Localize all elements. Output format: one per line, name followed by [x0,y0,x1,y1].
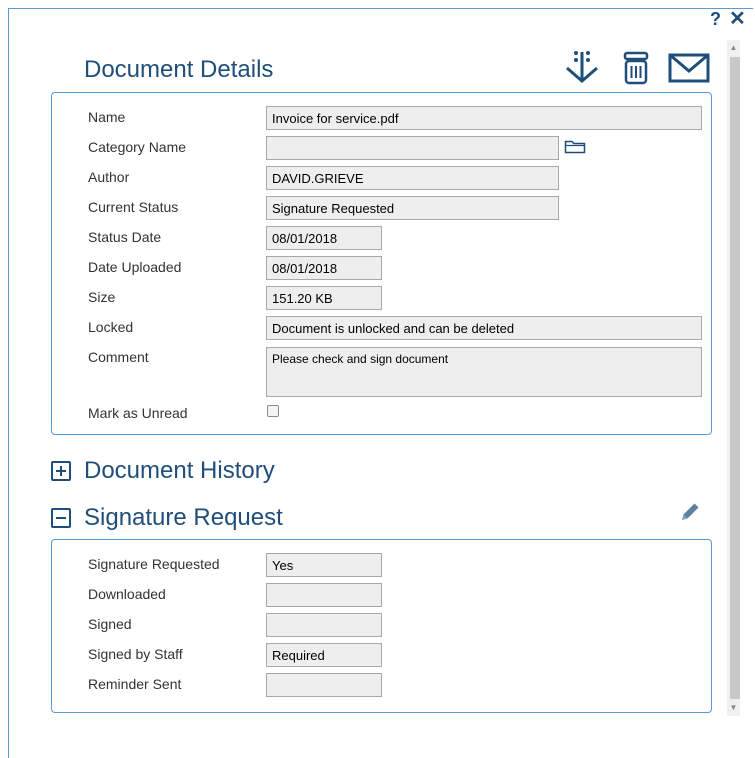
signed-by-staff-field[interactable]: Required [266,643,382,667]
window-top-border [8,8,753,9]
mark-as-unread-checkbox[interactable] [267,405,279,417]
scrollbar-thumb[interactable] [730,57,740,699]
size-label: Size [88,289,116,305]
mark-as-unread-label: Mark as Unread [88,405,188,421]
document-history-title[interactable]: Document History [84,456,275,486]
locked-label: Locked [88,319,134,335]
comment-field[interactable]: Please check and sign document [266,347,702,397]
help-button[interactable]: ? [710,9,721,29]
downloaded-label: Downloaded [88,586,166,602]
name-label: Name [88,109,126,125]
status-date-label: Status Date [88,229,162,245]
close-button[interactable]: ✕ [729,9,746,29]
signature-requested-field[interactable]: Yes [266,553,382,577]
signature-requested-label: Signature Requested [88,556,220,572]
category-browse-button[interactable] [564,138,586,154]
current-status-label: Current Status [88,199,179,215]
category-name-field[interactable] [266,136,559,160]
scroll-up-arrow[interactable]: ▲ [727,42,740,54]
author-label: Author [88,169,130,185]
email-button[interactable] [667,52,711,84]
downloaded-field[interactable] [266,583,382,607]
folder-icon [564,140,586,154]
name-field[interactable]: Invoice for service.pdf [266,106,702,130]
category-name-label: Category Name [88,139,187,155]
envelope-icon [668,53,710,83]
document-history-expand-toggle[interactable] [51,461,71,481]
signature-request-title[interactable]: Signature Request [84,503,283,533]
pencil-icon [682,503,699,520]
current-status-field[interactable]: Signature Requested [266,196,559,220]
reminder-sent-label: Reminder Sent [88,676,182,692]
edit-signature-request-button[interactable] [678,500,702,524]
window-left-border [8,8,9,758]
signed-field[interactable] [266,613,382,637]
signature-request-collapse-toggle[interactable] [51,508,71,528]
locked-field[interactable]: Document is unlocked and can be deleted [266,316,702,340]
document-details-title: Document Details [84,56,274,83]
date-uploaded-field[interactable]: 08/01/2018 [266,256,382,280]
comment-label: Comment [88,349,149,365]
signed-by-staff-label: Signed by Staff [88,646,183,662]
size-field[interactable]: 151.20 KB [266,286,382,310]
date-uploaded-label: Date Uploaded [88,259,182,275]
trash-icon [623,51,649,85]
delete-button[interactable] [620,50,652,86]
download-button[interactable] [562,50,602,86]
download-icon [566,51,598,83]
signed-label: Signed [88,616,132,632]
author-field[interactable]: DAVID.GRIEVE [266,166,559,190]
reminder-sent-field[interactable] [266,673,382,697]
status-date-field[interactable]: 08/01/2018 [266,226,382,250]
scroll-down-arrow[interactable]: ▼ [727,702,740,714]
